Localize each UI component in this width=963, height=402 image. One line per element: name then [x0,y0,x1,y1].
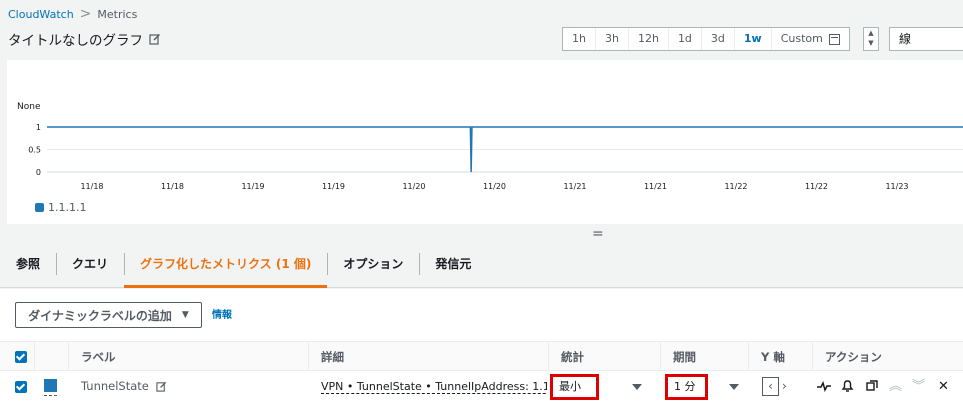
col-statistic: 統計 [548,342,660,372]
row-label: TunnelState [81,379,149,393]
series-color-picker[interactable] [44,379,57,396]
x-tick-label: 11/22 [805,182,828,191]
x-tick-label: 11/19 [241,182,264,191]
col-details: 詳細 [308,342,548,372]
graphed-metrics-panel: ダイナミックラベルの追加 ▼ 情報 ラベル 詳細 統計 期間 Y 軸 アクション… [0,289,963,402]
range-1w-button[interactable]: 1w [735,28,772,50]
y-axis-title: None [17,102,41,112]
x-tick-label: 11/21 [644,182,667,191]
breadcrumb-current: Metrics [97,7,138,21]
range-3h-button[interactable]: 3h [596,28,629,50]
math-expression-icon[interactable] [817,380,831,392]
y-tick-label: 0.5 [28,146,41,155]
statistic-caret-icon[interactable] [632,384,642,390]
range-custom-button[interactable]: Custom [772,28,849,50]
tab-graphed-metrics[interactable]: グラフ化したメトリクス (1 個) [124,241,328,288]
stepper-down-icon[interactable]: ▼ [864,38,878,48]
legend-label: 1.1.1.1 [48,201,87,214]
time-range-selector: 1h 3h 12h 1d 3d 1w Custom [562,27,850,51]
breadcrumb: CloudWatch > Metrics [8,6,137,22]
x-tick-label: 11/19 [322,182,345,191]
page-header: CloudWatch > Metrics タイトルなしのグラフ 1h 3h 12… [0,0,963,60]
graph-type-select[interactable]: 線 [889,27,963,51]
row-details[interactable]: VPN • TunnelState • TunnelIpAddress: 1.1… [321,380,547,394]
period-select[interactable]: 1 分 [665,374,708,400]
range-1h-button[interactable]: 1h [563,28,596,50]
table-header: ラベル 詳細 統計 期間 Y 軸 アクション [0,341,963,372]
calendar-icon [828,33,840,45]
chart-legend[interactable]: 1.1.1.1 [35,201,86,214]
col-spacer [34,342,68,372]
tab-query[interactable]: クエリ [56,241,124,287]
x-tick-label: 11/18 [161,182,184,191]
y-tick-label: 1 [36,123,41,132]
x-tick-label: 11/22 [724,182,747,191]
row-label-cell: TunnelState [81,371,167,402]
y-axis-left-toggle[interactable]: ‹ [762,377,779,396]
custom-label: Custom [780,32,823,45]
time-range-stepper[interactable]: ▲ ▼ [863,27,879,51]
add-dynamic-label-text: ダイナミックラベルの追加 [28,308,172,323]
breadcrumb-cloudwatch-link[interactable]: CloudWatch [8,8,74,21]
row-details-cell: VPN • TunnelState • TunnelIpAddress: 1.1… [321,371,547,402]
x-tick-label: 11/18 [80,182,103,191]
col-period: 期間 [660,342,748,372]
copy-icon[interactable] [866,380,878,392]
tab-source[interactable]: 発信元 [419,241,487,287]
add-dynamic-label-button[interactable]: ダイナミックラベルの追加 ▼ [15,302,202,328]
stepper-up-icon[interactable]: ▲ [864,28,878,38]
range-12h-button[interactable]: 12h [629,28,669,50]
chart-panel: None 1 0.5 0 11/18 11/18 11/19 11/19 11/20 11/20 1… [7,60,963,224]
period-caret-icon[interactable] [729,384,739,390]
metrics-tabs: 参照 クエリ グラフ化したメトリクス (1 個) オプション 発信元 [0,242,963,288]
col-y-axis: Y 軸 [748,342,812,372]
bell-icon[interactable] [841,379,854,393]
y-axis-right-toggle[interactable]: › [782,377,787,395]
range-3d-button[interactable]: 3d [702,28,735,50]
row-checkbox[interactable] [15,381,27,393]
edit-label-icon[interactable] [156,381,167,392]
x-tick-label: 11/20 [483,182,506,191]
page-title: タイトルなしのグラフ [8,33,143,49]
info-link[interactable]: 情報 [212,306,232,321]
title-row: タイトルなしのグラフ [8,29,161,49]
resize-handle[interactable]: = [592,226,604,242]
caret-down-icon: ▼ [181,310,189,320]
breadcrumb-separator: > [79,6,92,22]
remove-icon[interactable]: ✕ [938,371,949,402]
move-up-icon[interactable]: ︽ [889,371,902,402]
col-actions: アクション [812,342,963,372]
range-1d-button[interactable]: 1d [669,28,702,50]
x-tick-label: 11/20 [402,182,425,191]
table-row: TunnelState VPN • TunnelState • TunnelIp… [0,371,963,402]
statistic-select[interactable]: 最小 [550,374,599,400]
move-down-icon[interactable]: ︾ [912,371,925,402]
legend-swatch [35,203,44,212]
edit-icon[interactable] [149,33,161,45]
tab-browse[interactable]: 参照 [0,241,56,287]
tab-options[interactable]: オプション [327,241,419,287]
col-label: ラベル [68,342,308,372]
y-tick-label: 0 [36,168,41,177]
x-tick-label: 11/21 [563,182,586,191]
metric-line-chart: None 1 0.5 0 11/18 11/18 11/19 11/19 11/20 11/20 1… [17,102,963,191]
select-all-checkbox[interactable] [15,351,27,363]
x-tick-label: 11/23 [885,182,908,191]
